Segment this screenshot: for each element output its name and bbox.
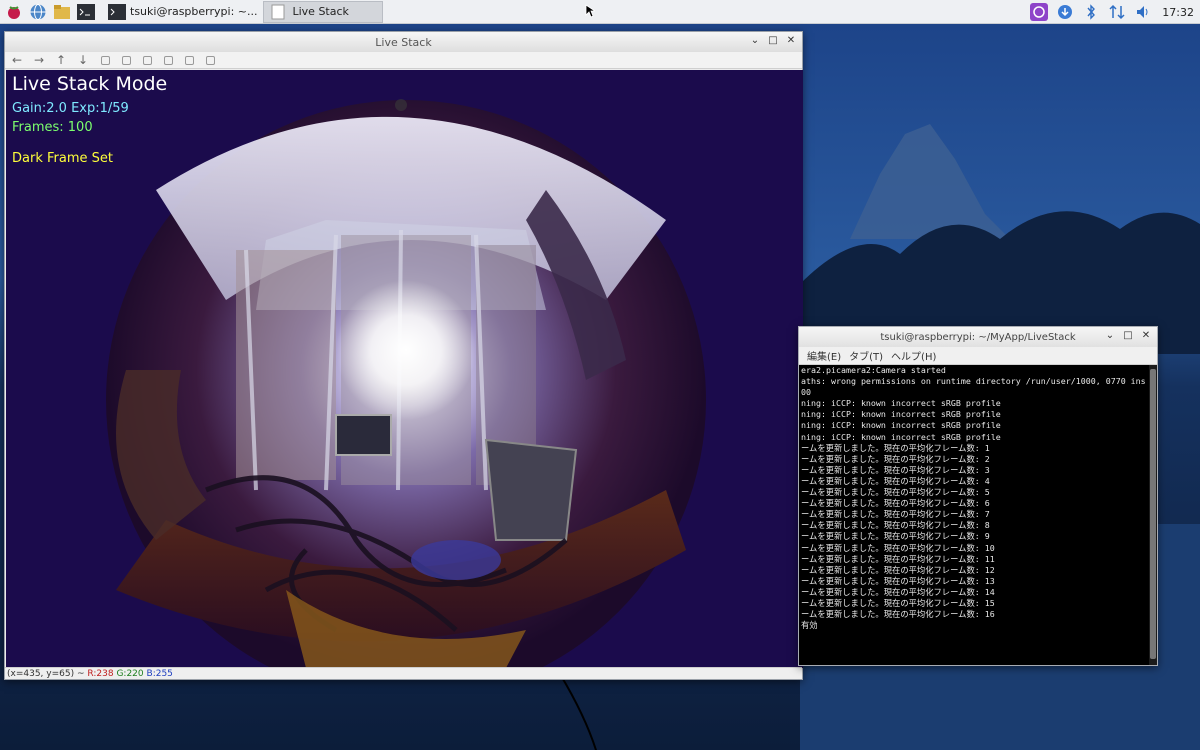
zoom-fit-icon[interactable] — [101, 55, 110, 65]
terminal-line: 00 — [801, 387, 811, 398]
terminal-window: tsuki@raspberrypi: ~/MyApp/LiveStack ⌄ □… — [798, 326, 1158, 666]
save-icon[interactable] — [164, 55, 173, 65]
updates-icon[interactable] — [1056, 3, 1074, 21]
chevron-down-icon[interactable]: ⌄ — [748, 34, 762, 48]
terminal-line: ning: iCCP: known incorrect sRGB profile — [801, 420, 1001, 431]
terminal-line: ームを更新しました。現在の平均化フレーム数: 6 — [801, 498, 990, 509]
terminal-line: ームを更新しました。現在の平均化フレーム数: 9 — [801, 531, 990, 542]
terminal-line: ームを更新しました。現在の平均化フレーム数: 4 — [801, 475, 990, 486]
terminal-line: aths: wrong permissions on runtime direc… — [801, 376, 1146, 387]
terminal-line: ームを更新しました。現在の平均化フレーム数: 7 — [801, 509, 990, 520]
browser-icon[interactable] — [28, 2, 48, 22]
terminal-output[interactable]: era2.picamera2:Camera started aths: wrong… — [799, 365, 1149, 665]
terminal-line: ームを更新しました。現在の平均化フレーム数: 2 — [801, 453, 990, 464]
overlay-gain-exposure: Gain:2.0 Exp:1/59 — [12, 101, 129, 116]
maximize-icon[interactable]: □ — [766, 34, 780, 48]
taskbar: tsuki@raspberrypi: ~... Live Stack 17:32 — [0, 0, 1200, 24]
overlay-dark-frame: Dark Frame Set — [12, 151, 113, 166]
terminal-line: ームを更新しました。現在の平均化フレーム数: 13 — [801, 575, 995, 586]
terminal-titlebar[interactable]: tsuki@raspberrypi: ~/MyApp/LiveStack ⌄ □… — [799, 327, 1157, 347]
terminal-line: ームを更新しました。現在の平均化フレーム数: 8 — [801, 520, 990, 531]
live-stack-window: Live Stack ⌄ □ ✕ ← → ↑ ↓ Live Stack Mode… — [4, 31, 803, 680]
copy-icon[interactable] — [185, 55, 194, 65]
menu-tabs[interactable]: タブ(T) — [849, 348, 883, 363]
terminal-line: ームを更新しました。現在の平均化フレーム数: 11 — [801, 553, 995, 564]
clock[interactable]: 17:32 — [1162, 6, 1194, 19]
terminal-line: ームを更新しました。現在の平均化フレーム数: 5 — [801, 487, 990, 498]
terminal-line: ームを更新しました。現在の平均化フレーム数: 10 — [801, 542, 995, 553]
volume-icon[interactable] — [1134, 3, 1152, 21]
zoom-in-icon[interactable] — [122, 55, 131, 65]
zoom-out-icon[interactable] — [143, 55, 152, 65]
terminal-line: ning: iCCP: known incorrect sRGB profile — [801, 431, 1001, 442]
arrow-right-icon[interactable]: → — [31, 53, 47, 67]
file-manager-icon[interactable] — [52, 2, 72, 22]
terminal-line: ームを更新しました。現在の平均化フレーム数: 1 — [801, 442, 990, 453]
terminal-line: 有効 — [801, 620, 818, 631]
fisheye-image — [6, 70, 803, 668]
task-terminal-label: tsuki@raspberrypi: ~... — [130, 5, 258, 18]
terminal-icon — [108, 3, 126, 20]
terminal-line: ームを更新しました。現在の平均化フレーム数: 3 — [801, 464, 990, 475]
arrow-up-icon[interactable]: ↑ — [53, 53, 69, 67]
menu-edit[interactable]: 編集(E) — [807, 348, 841, 363]
arrow-down-icon[interactable]: ↓ — [75, 53, 91, 67]
overlay-mode-title: Live Stack Mode — [12, 73, 168, 95]
status-coords: (x=435, y=65) ~ — [7, 669, 85, 679]
network-icon[interactable] — [1108, 3, 1126, 21]
task-live-stack-label: Live Stack — [292, 5, 349, 18]
status-blue: B:255 — [146, 669, 173, 679]
chevron-down-icon[interactable]: ⌄ — [1103, 329, 1117, 343]
menu-help[interactable]: ヘルプ(H) — [891, 348, 936, 363]
task-terminal[interactable]: tsuki@raspberrypi: ~... — [102, 1, 263, 23]
terminal-launcher-icon[interactable] — [76, 2, 96, 22]
terminal-line: ning: iCCP: known incorrect sRGB profile — [801, 398, 1001, 409]
arrow-left-icon[interactable]: ← — [9, 53, 25, 67]
task-live-stack[interactable]: Live Stack — [263, 0, 384, 23]
terminal-line: ームを更新しました。現在の平均化フレーム数: 16 — [801, 609, 995, 620]
terminal-scrollbar[interactable] — [1149, 365, 1157, 665]
terminal-line: ームを更新しました。現在の平均化フレーム数: 15 — [801, 597, 995, 608]
bluetooth-icon[interactable] — [1082, 3, 1100, 21]
status-red: R:238 — [87, 669, 114, 679]
window-title: Live Stack — [375, 35, 432, 49]
close-icon[interactable]: ✕ — [784, 34, 798, 48]
terminal-menubar: 編集(E) タブ(T) ヘルプ(H) — [799, 347, 1157, 365]
overlay-frame-count: Frames: 100 — [12, 120, 93, 135]
window-icon — [271, 4, 285, 19]
close-icon[interactable]: ✕ — [1139, 329, 1153, 343]
terminal-line: era2.picamera2:Camera started — [801, 365, 946, 375]
terminal-title: tsuki@raspberrypi: ~/MyApp/LiveStack — [880, 331, 1076, 343]
app-icon[interactable] — [1030, 3, 1049, 21]
camera-preview[interactable]: Live Stack Mode Gain:2.0 Exp:1/59 Frames… — [6, 70, 803, 668]
properties-icon[interactable] — [206, 55, 215, 65]
terminal-line: ning: iCCP: known incorrect sRGB profile — [801, 409, 1001, 420]
terminal-line: ームを更新しました。現在の平均化フレーム数: 14 — [801, 586, 995, 597]
status-green: G:220 — [116, 669, 144, 679]
system-tray: 17:32 — [1022, 0, 1200, 24]
pixel-status-bar: (x=435, y=65) ~ R:238 G:220 B:255 — [5, 667, 802, 679]
mouse-cursor-icon — [585, 4, 595, 18]
terminal-line: ームを更新しました。現在の平均化フレーム数: 12 — [801, 564, 995, 575]
maximize-icon[interactable]: □ — [1121, 329, 1135, 343]
raspberry-menu-icon[interactable] — [4, 2, 24, 22]
image-toolbar: ← → ↑ ↓ — [5, 52, 802, 69]
live-stack-titlebar[interactable]: Live Stack ⌄ □ ✕ — [5, 32, 802, 52]
